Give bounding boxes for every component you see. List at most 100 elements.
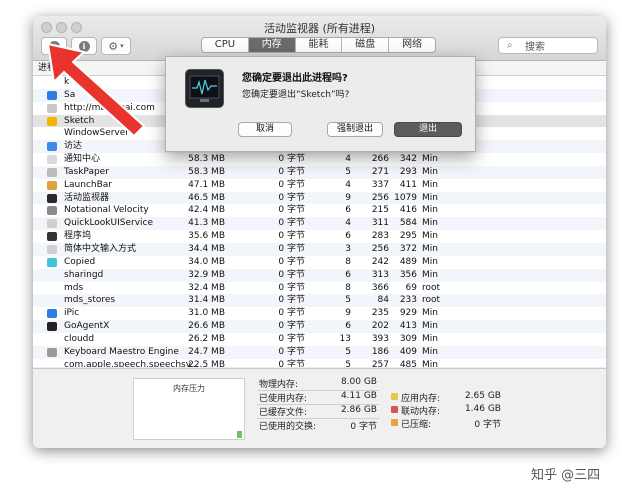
process-name-cell: GoAgentX <box>64 321 110 332</box>
process-name-cell: Keyboard Maestro Engine <box>64 346 179 357</box>
threads-cell: 4 <box>345 179 351 190</box>
pid-cell: 309 <box>399 333 417 344</box>
threads-cell: 6 <box>345 321 351 332</box>
user-cell: Min <box>422 179 438 190</box>
pid-cell: 342 <box>399 154 417 165</box>
app-icon <box>47 180 57 190</box>
memory-cell: 41.3 MB <box>188 218 225 229</box>
table-row[interactable]: Keyboard Maestro Engine 24.7 MB 0 字节 5 186 40… <box>33 345 606 359</box>
memory-cell: 58.3 MB <box>188 154 225 165</box>
threads-cell: 4 <box>345 154 351 165</box>
memory-cell: 34.4 MB <box>188 243 225 254</box>
pid-cell: 372 <box>399 243 417 254</box>
compressed-memory-cell: 0 字节 <box>278 231 305 242</box>
pid-cell: 584 <box>399 218 417 229</box>
compressed-memory-cell: 0 字节 <box>278 359 305 367</box>
threads-cell: 9 <box>345 192 351 203</box>
table-row[interactable]: iPic 31.0 MB 0 字节 9 235 929 Min <box>33 307 606 320</box>
compressed-memory-cell: 0 字节 <box>278 243 305 254</box>
process-name-cell: mds <box>64 282 84 293</box>
search-field[interactable]: ⌕ 搜索 <box>498 37 598 54</box>
pid-cell: 293 <box>399 166 417 177</box>
app-icon <box>47 322 57 332</box>
tab-network[interactable]: 网络 <box>389 38 435 52</box>
pid-cell: 295 <box>399 231 417 242</box>
table-row[interactable]: 程序坞 35.6 MB 0 字节 6 283 295 Min <box>33 230 606 243</box>
user-cell: Min <box>422 218 438 229</box>
force-quit-button[interactable]: 强制退出 <box>327 122 383 137</box>
table-row[interactable]: TaskPaper 58.3 MB 0 字节 5 271 293 Min <box>33 165 606 179</box>
ports-cell: 271 <box>371 166 389 177</box>
process-name-cell: 活动监视器 <box>64 192 110 203</box>
ports-cell: 266 <box>371 154 389 165</box>
tab-energy[interactable]: 能耗 <box>296 38 343 52</box>
pid-cell: 416 <box>399 205 417 216</box>
cancel-button[interactable]: 取消 <box>238 122 292 137</box>
tab-memory[interactable]: 内存 <box>248 38 296 52</box>
compressed-memory-cell: 0 字节 <box>278 295 305 306</box>
ports-cell: 215 <box>371 205 389 216</box>
memory-pressure-graph: 内存压力 <box>133 378 245 440</box>
table-row[interactable]: 通知中心 58.3 MB 0 字节 4 266 342 Min <box>33 153 606 166</box>
table-row[interactable]: GoAgentX 26.6 MB 0 字节 6 202 413 Min <box>33 320 606 333</box>
memory-cell: 35.6 MB <box>188 231 225 242</box>
compressed-memory-cell: 0 字节 <box>278 192 305 203</box>
compressed-memory-cell: 0 字节 <box>278 321 305 332</box>
table-row[interactable]: mds_stores 31.4 MB 0 字节 5 84 233 root <box>33 294 606 308</box>
user-cell: Min <box>422 321 438 332</box>
process-name-cell: TaskPaper <box>64 166 109 177</box>
threads-cell: 8 <box>345 256 351 267</box>
process-name-cell: Notational Velocity <box>64 205 149 216</box>
table-row[interactable]: Notational Velocity 42.4 MB 0 字节 6 215 416 Min <box>33 204 606 217</box>
memory-cell: 32.9 MB <box>188 269 225 280</box>
pid-cell: 413 <box>399 321 417 332</box>
threads-cell: 6 <box>345 205 351 216</box>
memory-cell: 58.3 MB <box>188 166 225 177</box>
process-name-cell: mds_stores <box>64 295 116 306</box>
process-name-cell: cloudd <box>64 333 95 344</box>
process-name-cell: 程序坞 <box>64 231 92 242</box>
process-name-cell: QuickLookUIService <box>64 218 154 229</box>
memory-cell: 46.5 MB <box>188 192 225 203</box>
compressed-memory-cell: 0 字节 <box>278 346 305 357</box>
user-cell: Min <box>422 308 438 319</box>
process-name-cell: 通知中心 <box>64 154 101 165</box>
ports-cell: 242 <box>371 256 389 267</box>
table-row[interactable]: Copied 34.0 MB 0 字节 8 242 489 Min <box>33 256 606 269</box>
user-cell: Min <box>422 269 438 280</box>
memory-stat-value: 2.86 GB <box>340 405 377 415</box>
threads-cell: 6 <box>345 231 351 242</box>
threads-cell: 6 <box>345 269 351 280</box>
user-cell: Min <box>422 256 438 267</box>
tab-cpu[interactable]: CPU <box>202 38 249 52</box>
table-row[interactable]: cloudd 26.2 MB 0 字节 13 393 309 Min <box>33 333 606 346</box>
memory-cell: 26.6 MB <box>188 321 225 332</box>
process-name-cell: 访达 <box>64 141 83 152</box>
activity-monitor-icon <box>185 69 224 108</box>
user-cell: Min <box>422 192 438 203</box>
ports-cell: 311 <box>371 218 389 229</box>
table-row[interactable]: sharingd 32.9 MB 0 字节 6 313 356 Min <box>33 268 606 282</box>
memory-stat-value: 2.65 GB <box>464 391 501 401</box>
table-row[interactable]: com.apple.speech.speechsy... 22.5 MB 0 字节 5… <box>33 359 606 367</box>
memory-stat-value: 0 字节 <box>350 422 377 432</box>
table-row[interactable]: 活动监视器 46.5 MB 0 字节 9 256 1079 Min <box>33 191 606 205</box>
table-row[interactable]: QuickLookUIService 41.3 MB 0 字节 4 311 584 Min <box>33 217 606 231</box>
compressed-memory-cell: 0 字节 <box>278 205 305 216</box>
app-icon <box>47 244 57 254</box>
threads-cell: 8 <box>345 282 351 293</box>
pid-cell: 409 <box>399 346 417 357</box>
user-cell: root <box>422 282 441 293</box>
process-name-cell: 简体中文输入方式 <box>64 243 137 254</box>
table-row[interactable]: mds 32.4 MB 0 字节 8 366 69 root <box>33 282 606 295</box>
compressed-memory-cell: 0 字节 <box>278 269 305 280</box>
table-row[interactable]: LaunchBar 47.1 MB 0 字节 4 337 411 Min <box>33 179 606 192</box>
quit-button[interactable]: 退出 <box>394 122 462 137</box>
threads-cell: 5 <box>345 295 351 306</box>
threads-cell: 3 <box>345 243 351 254</box>
app-icon <box>47 232 57 242</box>
tab-disk[interactable]: 磁盘 <box>342 38 390 52</box>
table-row[interactable]: 简体中文输入方式 34.4 MB 0 字节 3 256 372 Min <box>33 242 606 256</box>
pid-cell: 489 <box>399 256 417 267</box>
ports-cell: 366 <box>371 282 389 293</box>
